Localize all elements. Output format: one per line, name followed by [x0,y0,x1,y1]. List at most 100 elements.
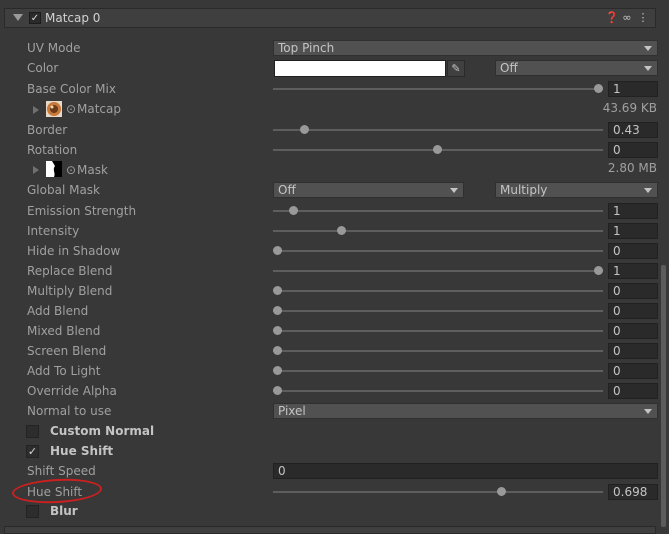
blur-label: Blur [50,504,78,518]
multiply-blend-slider-track[interactable] [273,290,603,292]
hide-in-shadow-field[interactable]: 0 [608,243,658,259]
screen-blend-slider-handle[interactable] [273,346,282,355]
matcap-label: Matcap [77,102,121,116]
chevron-down-icon [644,66,652,71]
mixed-blend-field[interactable]: 0 [608,323,658,339]
add-blend-label: Add Blend [27,304,89,318]
blur-checkbox[interactable] [26,505,39,518]
mask-expand-icon[interactable] [33,166,39,174]
add-to-light-label: Add To Light [27,364,101,378]
add-blend-slider-track[interactable] [273,310,603,312]
border-label: Border [27,123,68,137]
mixed-blend-slider-handle[interactable] [273,326,282,335]
emission-strength-field[interactable]: 1 [608,203,658,219]
override-alpha-field[interactable]: 0 [608,383,658,399]
multiply-blend-label: Multiply Blend [27,284,113,298]
border-slider-track[interactable] [273,129,603,131]
override-alpha-slider-track[interactable] [273,390,603,392]
shift-speed-label: Shift Speed [27,464,96,478]
help-icon[interactable]: ❓ [605,12,619,24]
intensity-label: Intensity [27,224,80,238]
mask-target-icon[interactable]: ⊙ [66,163,76,177]
screen-blend-field[interactable]: 0 [608,343,658,359]
override-alpha-slider-handle[interactable] [273,386,282,395]
override-alpha-label: Override Alpha [27,384,117,398]
color-label: Color [27,61,59,75]
rotation-field[interactable]: 0 [608,142,658,158]
normal-to-use-dropdown[interactable]: Pixel [273,403,658,419]
more-icon[interactable]: ⋮ [637,12,649,24]
replace-blend-slider-handle[interactable] [594,266,603,275]
section-enable-checkbox[interactable]: ✓ [29,12,41,24]
intensity-slider-handle[interactable] [337,226,346,235]
base-color-mix-field[interactable]: 1 [608,81,658,97]
chevron-down-icon [644,188,652,193]
eyedropper-icon[interactable]: ✎ [447,60,465,77]
intensity-slider-track[interactable] [273,230,603,232]
global-mask-dropdown[interactable]: Off [273,182,464,198]
hide-in-shadow-slider-track[interactable] [273,250,603,252]
global-mask-value: Off [278,183,296,197]
add-blend-slider-handle[interactable] [273,306,282,315]
chevron-down-icon [644,46,652,51]
color-swatch[interactable] [274,60,446,77]
matcap-size: 43.69 KB [602,101,657,115]
add-to-light-field[interactable]: 0 [608,363,658,379]
rotation-label: Rotation [27,143,78,157]
hide-in-shadow-label: Hide in Shadow [27,244,121,258]
section-header-matcap[interactable]: ✓ Matcap 0 ❓ ∞ ⋮ [4,8,656,28]
mask-size: 2.80 MB [607,161,657,175]
screen-blend-slider-track[interactable] [273,350,603,352]
mixed-blend-slider-track[interactable] [273,330,603,332]
chevron-down-icon [644,409,652,414]
global-mask-blend-dropdown[interactable]: Multiply [495,182,658,198]
matcap-expand-icon[interactable] [33,106,39,114]
add-to-light-slider-track[interactable] [273,370,603,372]
base-color-mix-slider-handle[interactable] [594,84,603,93]
matcap-thumbnail[interactable] [46,101,62,117]
global-mask-label: Global Mask [27,183,101,197]
custom-normal-checkbox[interactable] [26,425,39,438]
border-slider-handle[interactable] [300,125,309,134]
hue-shift-toggle-label: Hue Shift [50,444,114,458]
hue-shift-field[interactable]: 0.698 [608,484,658,500]
uv-mode-dropdown[interactable]: Top Pinch [273,40,658,56]
hue-shift-slider-track[interactable] [273,491,603,493]
normal-to-use-value: Pixel [278,404,306,418]
global-mask-blend-value: Multiply [500,183,548,197]
emission-strength-slider-handle[interactable] [289,206,298,215]
replace-blend-slider-track[interactable] [273,270,603,272]
base-color-mix-slider-track[interactable] [273,88,603,90]
color-mode-dropdown[interactable]: Off [495,60,658,76]
emission-strength-label: Emission Strength [27,204,137,218]
scrollbar-thumb[interactable] [661,265,666,527]
mixed-blend-label: Mixed Blend [27,324,101,338]
hue-shift-checkbox[interactable]: ✓ [26,445,39,458]
custom-normal-label: Custom Normal [50,424,155,438]
next-section-header[interactable] [4,526,656,534]
replace-blend-field[interactable]: 1 [608,263,658,279]
base-color-mix-label: Base Color Mix [27,82,116,96]
mask-thumbnail[interactable] [46,161,62,177]
color-mode-value: Off [500,61,518,75]
foldout-arrow-icon[interactable] [13,14,23,21]
hide-in-shadow-slider-handle[interactable] [273,246,282,255]
add-to-light-slider-handle[interactable] [273,366,282,375]
section-title: Matcap 0 [45,11,101,25]
screen-blend-label: Screen Blend [27,344,107,358]
link-icon[interactable]: ∞ [621,12,633,24]
uv-mode-label: UV Mode [27,41,81,55]
border-field[interactable]: 0.43 [608,122,658,138]
matcap-target-icon[interactable]: ⊙ [66,102,76,116]
hue-shift-slider-handle[interactable] [497,487,506,496]
add-blend-field[interactable]: 0 [608,303,658,319]
shift-speed-field[interactable]: 0 [273,463,658,479]
uv-mode-value: Top Pinch [278,41,335,55]
chevron-down-icon [450,188,458,193]
emission-strength-slider-track[interactable] [273,210,603,212]
rotation-slider-handle[interactable] [433,145,442,154]
replace-blend-label: Replace Blend [27,264,113,278]
intensity-field[interactable]: 1 [608,223,658,239]
multiply-blend-slider-handle[interactable] [273,286,282,295]
multiply-blend-field[interactable]: 0 [608,283,658,299]
